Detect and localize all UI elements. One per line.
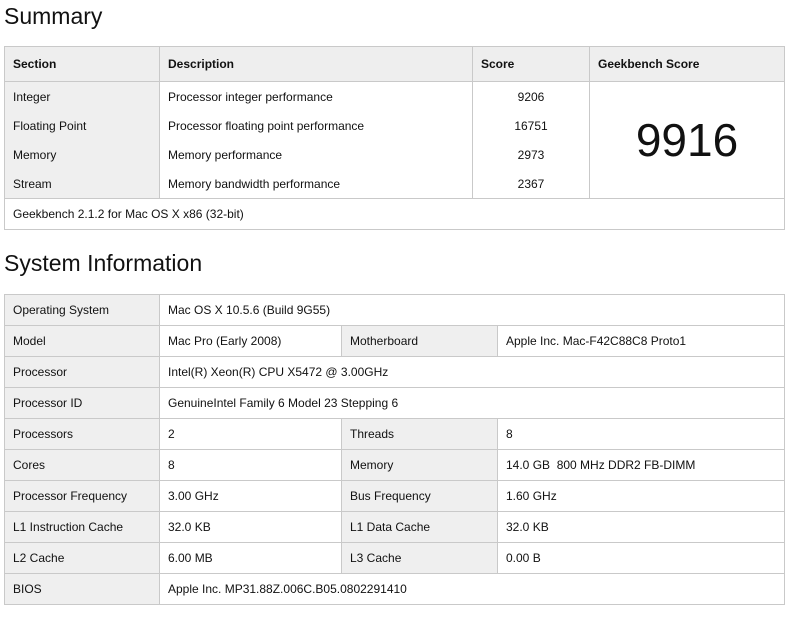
table-row: L1 Instruction Cache 32.0 KB L1 Data Cac… [4, 511, 786, 543]
section-cell: Floating Point [4, 111, 160, 140]
score-cell: 2367 [472, 169, 590, 199]
l1-data-cache-value: 32.0 KB [496, 511, 786, 543]
memory-value: 14.0 GB 800 MHz DDR2 FB-DIMM [496, 449, 786, 481]
score-cell: 16751 [472, 111, 590, 140]
l1-instruction-cache-label: L1 Instruction Cache [4, 511, 160, 543]
l1-data-cache-label: L1 Data Cache [341, 511, 498, 543]
column-header-section: Section [4, 46, 160, 82]
system-information-table: Operating System Mac OS X 10.5.6 (Build … [4, 294, 786, 605]
l2-cache-value: 6.00 MB [159, 542, 342, 574]
table-row: BIOS Apple Inc. MP31.88Z.006C.B05.080229… [4, 573, 786, 605]
description-cell: Processor integer performance [159, 81, 473, 111]
table-row: Operating System Mac OS X 10.5.6 (Build … [4, 294, 786, 326]
operating-system-value: Mac OS X 10.5.6 (Build 9G55) [158, 294, 786, 326]
section-cell: Integer [4, 81, 160, 111]
threads-label: Threads [341, 418, 498, 450]
summary-heading: Summary [4, 3, 103, 29]
cores-label: Cores [4, 449, 160, 481]
column-header-score: Score [472, 46, 590, 82]
bios-value: Apple Inc. MP31.88Z.006C.B05.0802291410 [158, 573, 786, 605]
processors-label: Processors [4, 418, 160, 450]
model-label: Model [4, 325, 160, 357]
table-row: Model Mac Pro (Early 2008) Motherboard A… [4, 325, 786, 357]
summary-table: Section Description Score Geekbench Scor… [4, 46, 785, 230]
description-cell: Processor floating point performance [159, 111, 473, 140]
table-row: Integer Processor integer performance 92… [4, 81, 785, 199]
table-row: Processors 2 Threads 8 [4, 418, 786, 450]
section-cell: Memory [4, 140, 160, 169]
section-cell: Stream [4, 169, 160, 199]
model-value: Mac Pro (Early 2008) [159, 325, 342, 357]
score-cell: 2973 [472, 140, 590, 169]
processor-frequency-value: 3.00 GHz [159, 480, 342, 512]
l2-cache-label: L2 Cache [4, 542, 160, 574]
column-header-geekbench-score: Geekbench Score [589, 46, 785, 82]
processor-value: Intel(R) Xeon(R) CPU X5472 @ 3.00GHz [158, 356, 786, 388]
bus-frequency-value: 1.60 GHz [496, 480, 786, 512]
l3-cache-label: L3 Cache [341, 542, 498, 574]
processor-id-value: GenuineIntel Family 6 Model 23 Stepping … [158, 387, 786, 419]
summary-footer-row: Geekbench 2.1.2 for Mac OS X x86 (32-bit… [4, 198, 785, 230]
l1-instruction-cache-value: 32.0 KB [159, 511, 342, 543]
bus-frequency-label: Bus Frequency [341, 480, 498, 512]
version-footer: Geekbench 2.1.2 for Mac OS X x86 (32-bit… [4, 198, 785, 230]
system-information-heading: System Information [4, 250, 203, 276]
table-row: Cores 8 Memory 14.0 GB 800 MHz DDR2 FB-D… [4, 449, 786, 481]
table-row: Processor Intel(R) Xeon(R) CPU X5472 @ 3… [4, 356, 786, 388]
summary-header-row: Section Description Score Geekbench Scor… [4, 46, 785, 82]
bios-label: BIOS [4, 573, 160, 605]
description-cell: Memory bandwidth performance [159, 169, 473, 199]
processor-label: Processor [4, 356, 160, 388]
l3-cache-value: 0.00 B [496, 542, 786, 574]
threads-value: 8 [496, 418, 786, 450]
table-row: L2 Cache 6.00 MB L3 Cache 0.00 B [4, 542, 786, 574]
motherboard-label: Motherboard [341, 325, 498, 357]
operating-system-label: Operating System [4, 294, 160, 326]
processor-frequency-label: Processor Frequency [4, 480, 160, 512]
description-cell: Memory performance [159, 140, 473, 169]
processors-value: 2 [159, 418, 342, 450]
table-row: Processor Frequency 3.00 GHz Bus Frequen… [4, 480, 786, 512]
memory-label: Memory [341, 449, 498, 481]
column-header-description: Description [159, 46, 473, 82]
processor-id-label: Processor ID [4, 387, 160, 419]
geekbench-score-value: 9916 [589, 81, 785, 199]
motherboard-value: Apple Inc. Mac-F42C88C8 Proto1 [496, 325, 786, 357]
cores-value: 8 [159, 449, 342, 481]
table-row: Processor ID GenuineIntel Family 6 Model… [4, 387, 786, 419]
score-cell: 9206 [472, 81, 590, 111]
